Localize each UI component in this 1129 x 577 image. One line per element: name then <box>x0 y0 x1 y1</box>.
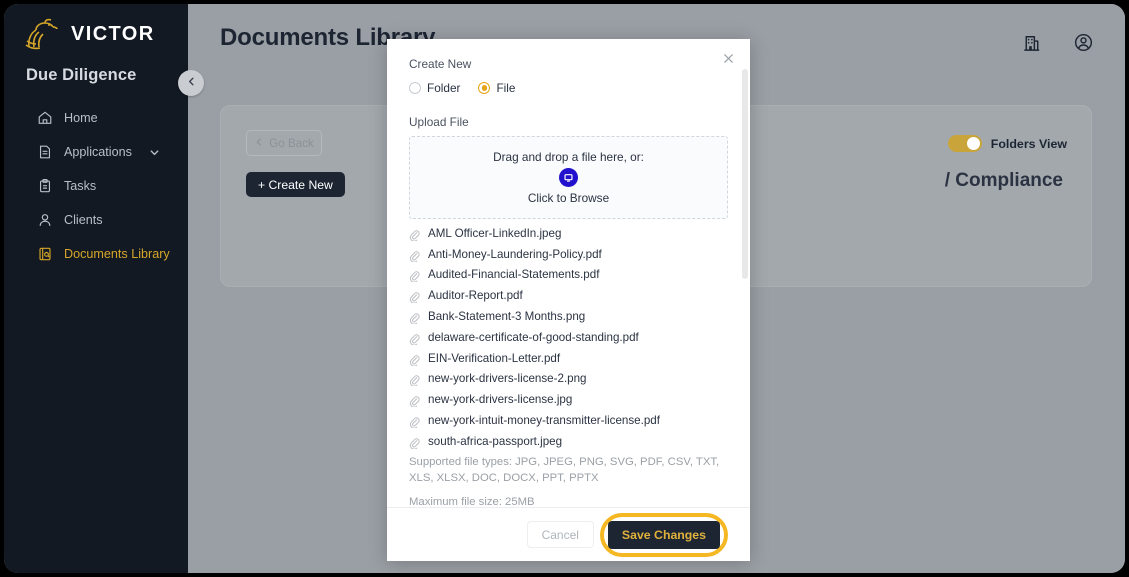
file-name: Auditor-Report.pdf <box>428 289 523 303</box>
upload-file-label: Upload File <box>409 115 469 129</box>
app-subtitle: Due Diligence <box>26 66 137 84</box>
create-new-modal: Create New Folder File Upload File Drag … <box>387 39 750 561</box>
scrollbar-thumb[interactable] <box>742 69 748 279</box>
file-dropzone[interactable]: Drag and drop a file here, or: Click to … <box>409 136 728 219</box>
brand: VICTOR <box>4 4 188 50</box>
list-item[interactable]: new-york-drivers-license.jpg <box>409 389 728 410</box>
modal-body: Create New Folder File Upload File Drag … <box>387 39 750 507</box>
chevron-left-icon <box>254 137 264 150</box>
file-name: Anti-Money-Laundering-Policy.pdf <box>428 247 602 261</box>
modal-scrollbar[interactable] <box>742 39 748 561</box>
building-icon[interactable] <box>1019 30 1043 54</box>
list-item[interactable]: EIN-Verification-Letter.pdf <box>409 348 728 369</box>
file-name: EIN-Verification-Letter.pdf <box>428 351 561 365</box>
go-back-label: Go Back <box>269 136 314 150</box>
paperclip-icon <box>409 311 420 325</box>
paperclip-icon <box>409 394 420 408</box>
sidebar-item-label: Applications <box>64 145 132 159</box>
save-changes-button[interactable]: Save Changes <box>607 520 720 549</box>
cancel-button[interactable]: Cancel <box>526 521 594 548</box>
list-item[interactable]: Bank-Statement-3 Months.png <box>409 306 728 327</box>
max-file-size-hint: Maximum file size: 25MB <box>409 495 535 507</box>
list-item[interactable]: south-africa-passport.jpeg <box>409 431 728 452</box>
document-icon <box>36 144 53 161</box>
uploaded-file-list: AML Officer-LinkedIn.jpeg Anti-Money-Lau… <box>409 223 728 452</box>
paperclip-icon <box>409 332 420 346</box>
paperclip-icon <box>409 373 420 388</box>
user-icon <box>36 212 53 229</box>
user-circle-icon[interactable] <box>1071 30 1095 54</box>
paperclip-icon <box>409 228 420 242</box>
topbar-actions <box>1019 30 1095 54</box>
list-item[interactable]: new-york-drivers-license-2.png <box>409 369 728 390</box>
sidebar-item-tasks[interactable]: Tasks <box>4 169 188 203</box>
paperclip-icon <box>409 249 420 263</box>
modal-footer: Cancel Save Changes <box>387 507 750 561</box>
create-type-radio-group: Folder File <box>409 81 728 95</box>
paperclip-icon <box>409 415 420 429</box>
go-back-button[interactable]: Go Back <box>246 130 322 156</box>
sidebar-item-label: Clients <box>64 213 103 227</box>
sidebar-collapse-button[interactable] <box>178 70 204 96</box>
create-new-label: Create New <box>409 57 472 71</box>
list-item[interactable]: AML Officer-LinkedIn.jpeg <box>409 223 728 244</box>
list-item[interactable]: Audited-Financial-Statements.pdf <box>409 265 728 286</box>
radio-circle-selected-icon <box>478 82 491 94</box>
file-name: delaware-certificate-of-good-standing.pd… <box>428 330 639 344</box>
clipboard-icon <box>36 178 53 195</box>
create-new-button[interactable]: + Create New <box>246 172 345 197</box>
radio-option-folder[interactable]: Folder <box>409 81 460 95</box>
paperclip-icon <box>409 353 420 367</box>
sidebar: VICTOR Due Diligence Home Applications T… <box>4 4 188 573</box>
supported-file-types-hint: Supported file types: JPG, JPEG, PNG, SV… <box>409 455 720 485</box>
sidebar-item-applications[interactable]: Applications <box>4 135 188 169</box>
radio-circle-icon <box>409 82 421 94</box>
chevron-down-icon[interactable] <box>149 147 160 158</box>
document-search-icon <box>36 246 53 263</box>
folders-view-label: Folders View <box>990 136 1067 151</box>
paperclip-icon <box>409 436 420 450</box>
app-root: VICTOR Due Diligence Home Applications T… <box>0 0 1129 577</box>
file-name: south-africa-passport.jpeg <box>428 434 563 448</box>
paperclip-icon <box>409 290 420 304</box>
close-icon[interactable] <box>719 49 737 67</box>
brand-name: VICTOR <box>71 22 155 45</box>
file-name: new-york-drivers-license.jpg <box>428 393 573 407</box>
sidebar-item-label: Documents Library <box>64 247 170 261</box>
radio-label: File <box>496 81 516 95</box>
dropzone-browse-text: Click to Browse <box>527 191 610 205</box>
dropzone-drag-text: Drag and drop a file here, or: <box>493 150 644 164</box>
radio-label: Folder <box>427 81 461 95</box>
chevron-left-icon <box>186 74 197 92</box>
breadcrumb: / Compliance <box>944 170 1063 191</box>
file-name: Audited-Financial-Statements.pdf <box>428 268 600 282</box>
save-button-highlight: Save Changes <box>599 512 728 557</box>
paperclip-icon <box>409 269 420 284</box>
upload-monitor-icon <box>559 168 578 187</box>
sidebar-nav: Home Applications Tasks Clients Document… <box>4 101 188 271</box>
list-item[interactable]: Anti-Money-Laundering-Policy.pdf <box>409 244 728 265</box>
sidebar-item-documents-library[interactable]: Documents Library <box>4 237 188 271</box>
sidebar-item-label: Tasks <box>64 179 97 193</box>
list-item[interactable]: delaware-certificate-of-good-standing.pd… <box>409 327 728 348</box>
list-item[interactable]: new-york-intuit-money-transmitter-licens… <box>409 410 728 431</box>
sidebar-item-clients[interactable]: Clients <box>4 203 188 237</box>
file-name: new-york-drivers-license-2.png <box>428 372 587 386</box>
list-item[interactable]: Auditor-Report.pdf <box>409 285 728 306</box>
file-name: Bank-Statement-3 Months.png <box>428 310 586 324</box>
folders-view-toggle[interactable] <box>947 135 982 152</box>
sidebar-item-label: Home <box>64 111 98 125</box>
folders-view-toggle-group: Folders View <box>947 135 1067 152</box>
browser-window: VICTOR Due Diligence Home Applications T… <box>4 4 1125 573</box>
home-icon <box>36 110 53 127</box>
file-name: new-york-intuit-money-transmitter-licens… <box>428 414 660 428</box>
sidebar-item-home[interactable]: Home <box>4 101 188 135</box>
file-name: AML Officer-LinkedIn.jpeg <box>428 226 562 240</box>
radio-option-file[interactable]: File <box>478 81 515 95</box>
victor-lion-logo-icon <box>22 17 62 51</box>
